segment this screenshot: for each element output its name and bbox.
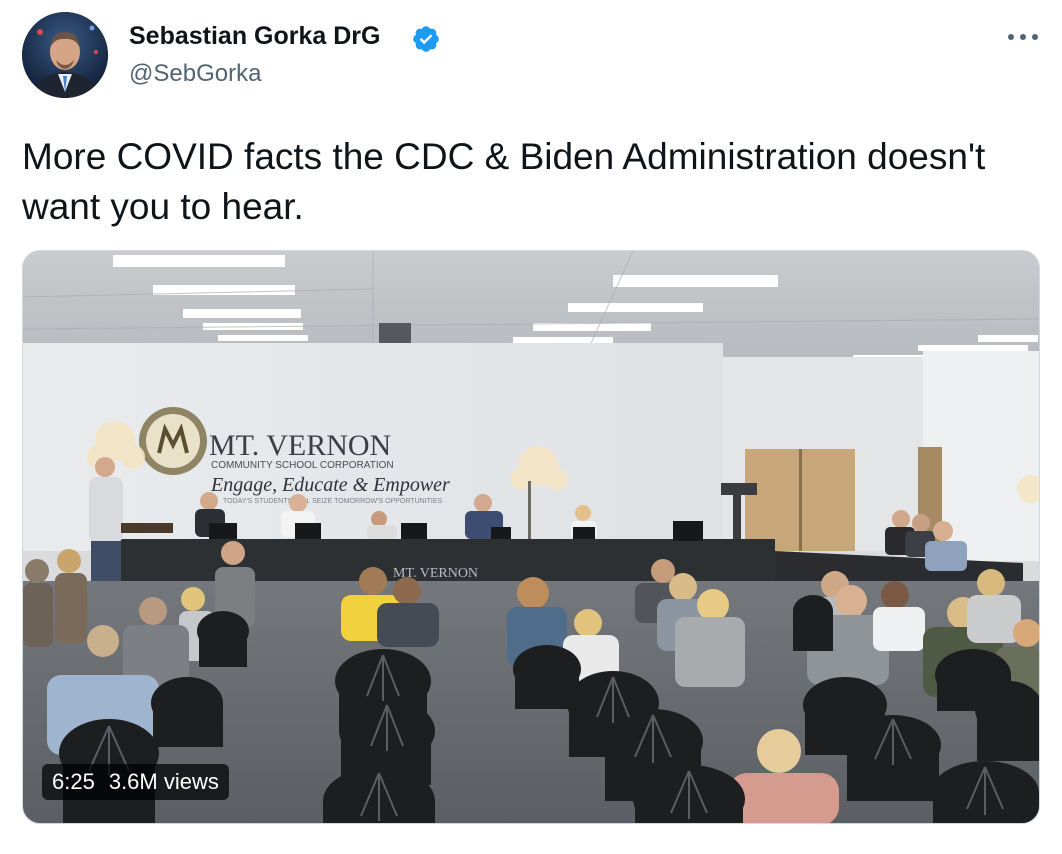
verified-badge-icon — [413, 26, 439, 52]
svg-text:Engage, Educate & Empower: Engage, Educate & Empower — [210, 474, 450, 496]
author-display-name[interactable]: Sebastian Gorka DrG — [129, 22, 380, 51]
more-dot — [1020, 34, 1026, 40]
avatar-image — [22, 12, 108, 98]
tweet-video[interactable]: MT. VERNON COMMUNITY SCHOOL CORPORATION … — [22, 250, 1040, 824]
svg-text:TODAY'S STUDENTS WILL SEIZE TO: TODAY'S STUDENTS WILL SEIZE TOMORROW'S O… — [223, 498, 443, 505]
video-views: 3.6M views — [108, 769, 219, 794]
more-dot — [1032, 34, 1038, 40]
author-handle[interactable]: @SebGorka — [129, 60, 261, 88]
school-seal — [139, 407, 207, 475]
more-dot — [1008, 34, 1014, 40]
more-horizontal-icon[interactable] — [1006, 24, 1040, 50]
video-duration: 6:25 — [52, 769, 95, 794]
video-stats-badge: 6:25 3.6M views — [42, 764, 229, 800]
author-avatar[interactable] — [22, 12, 108, 98]
org-name-text: MT. VERNON — [209, 429, 391, 462]
video-thumbnail: MT. VERNON COMMUNITY SCHOOL CORPORATION … — [23, 251, 1039, 823]
tweet-text: More COVID facts the CDC & Biden Adminis… — [22, 136, 986, 227]
svg-text:COMMUNITY SCHOOL CORPORATION: COMMUNITY SCHOOL CORPORATION — [211, 460, 394, 471]
